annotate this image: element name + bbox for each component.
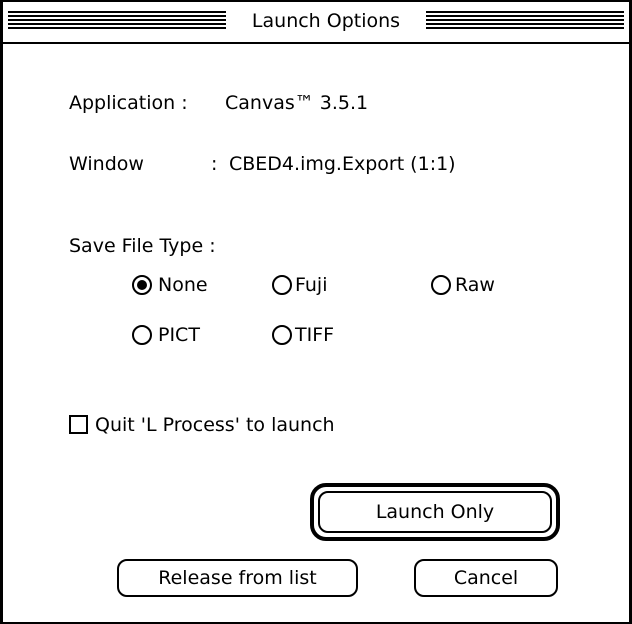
release-from-list-button[interactable]: Release from list <box>117 559 358 597</box>
radio-fuji-label[interactable]: Fuji <box>295 273 328 297</box>
radio-tiff-label[interactable]: TIFF <box>295 323 334 347</box>
window-value: CBED4.img.Export (1:1) <box>229 153 456 175</box>
radio-tiff[interactable] <box>272 325 292 345</box>
window-label: Window <box>69 153 144 175</box>
radio-none[interactable] <box>132 275 152 295</box>
quit-checkbox[interactable] <box>69 415 88 434</box>
window-title: Launch Options <box>226 8 426 34</box>
title-bar-stripes-right <box>426 11 624 30</box>
radio-fuji[interactable] <box>272 275 292 295</box>
title-bar-stripes-left <box>8 11 226 30</box>
radio-pict-label[interactable]: PICT <box>158 323 200 347</box>
quit-checkbox-label[interactable]: Quit 'L Process' to launch <box>95 413 335 437</box>
cancel-button[interactable]: Cancel <box>414 559 558 597</box>
title-bar[interactable]: Launch Options <box>3 2 629 44</box>
radio-none-label[interactable]: None <box>158 273 208 297</box>
save-file-type-label: Save File Type : <box>69 235 216 257</box>
application-value: Canvas™ 3.5.1 <box>225 92 369 114</box>
window-colon: : <box>211 153 218 175</box>
radio-raw-label[interactable]: Raw <box>455 273 495 297</box>
radio-pict[interactable] <box>132 325 152 345</box>
application-label: Application : <box>69 92 188 114</box>
radio-raw[interactable] <box>431 275 451 295</box>
launch-only-button[interactable]: Launch Only <box>318 491 552 533</box>
launch-options-dialog: Launch Options Application : Canvas™ 3.5… <box>0 0 632 624</box>
